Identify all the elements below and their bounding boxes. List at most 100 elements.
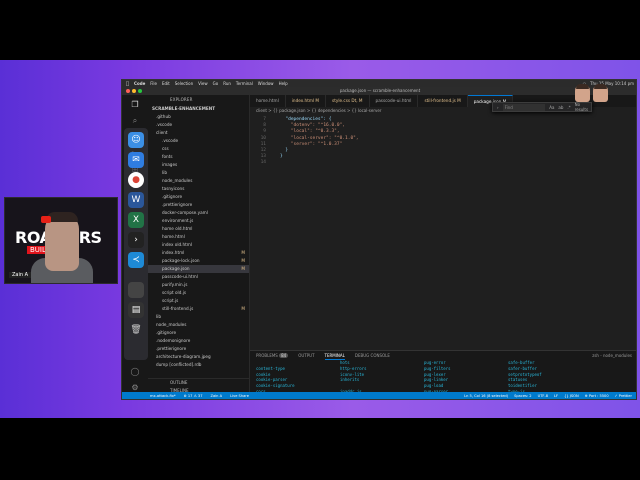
tree-item[interactable]: css [148, 145, 249, 153]
tree-item-label: passcode-ui.html [162, 274, 198, 279]
tab-debug-console[interactable]: DEBUG CONSOLE [355, 351, 390, 360]
menu-file[interactable]: File [150, 81, 157, 86]
terminal-icon[interactable]: › [128, 232, 144, 248]
tree-item[interactable]: script.js [148, 297, 249, 305]
tab-terminal[interactable]: TERMINAL [324, 351, 345, 360]
tree-item[interactable]: lib [148, 169, 249, 177]
tab-problems[interactable]: PROBLEMS 84 [256, 351, 289, 360]
mac-dock: ☺ ✉ ● W X › ≺ ▤ 🗑 [124, 128, 148, 360]
menu-app[interactable]: Code [134, 81, 145, 86]
problems-indicator[interactable]: ⊗ 17 ⚠ 37 [184, 394, 203, 398]
tree-item[interactable]: lib [148, 313, 249, 321]
account-icon[interactable]: ◯ [131, 367, 140, 376]
menu-terminal[interactable]: Terminal [236, 81, 253, 86]
tree-item[interactable]: architecture-diagram.jpeg [148, 353, 249, 361]
menu-help[interactable]: Help [279, 81, 288, 86]
explorer-icon[interactable]: ❐ [131, 100, 138, 109]
tree-item[interactable]: index old.html [148, 241, 249, 249]
chrome-icon[interactable]: ● [128, 172, 144, 188]
tree-item[interactable]: docker-compose.yaml [148, 209, 249, 217]
tree-item-label: package-lock.json [162, 258, 200, 263]
line-ending[interactable]: LF [554, 394, 558, 398]
tree-item[interactable]: .prettierignore [148, 345, 249, 353]
tree-item[interactable]: purify.min.js [148, 281, 249, 289]
menu-selection[interactable]: Selection [175, 81, 193, 86]
menu-run[interactable]: Run [223, 81, 231, 86]
tree-item[interactable]: .prettierignore [148, 201, 249, 209]
find-chevron-icon[interactable]: › [497, 105, 499, 110]
tree-item[interactable]: home old.html [148, 225, 249, 233]
git-status-badge: M [241, 266, 245, 271]
settings-gear-icon[interactable]: ⚙ [131, 383, 138, 392]
tree-item[interactable]: node_modules [148, 177, 249, 185]
terminal-shell[interactable]: zsh - node_modules [592, 351, 636, 360]
code-line[interactable]: } [280, 154, 283, 160]
whole-word-toggle[interactable]: ab [558, 105, 563, 110]
tree-item[interactable]: .vscode [148, 137, 249, 145]
menu-go[interactable]: Go [213, 81, 219, 86]
tree-item[interactable]: package.json M [148, 265, 249, 273]
tree-item[interactable]: .gitignore [148, 329, 249, 337]
tree-item[interactable]: .nodemonignore [148, 337, 249, 345]
tab-still-frontend[interactable]: still-frontend.js M [418, 95, 468, 107]
tab-output[interactable]: OUTPUT [298, 351, 314, 360]
tab-passcode-ui[interactable]: passcode-ui.html [370, 95, 419, 107]
menu-view[interactable]: View [198, 81, 208, 86]
folder-icon[interactable]: ▤ [128, 302, 144, 318]
zoom-button[interactable] [138, 89, 142, 93]
tree-item[interactable]: index.html M [148, 249, 249, 257]
search-icon[interactable]: ⌕ [133, 116, 137, 126]
explorer-root[interactable]: SCRAMBLE-ENHANCEMENT [148, 105, 249, 113]
tree-item-label: architecture-diagram.jpeg [156, 354, 211, 359]
finder-icon[interactable]: ☺ [128, 132, 144, 148]
outline-section[interactable]: OUTLINE [170, 379, 249, 387]
match-case-toggle[interactable]: Aa [549, 105, 554, 110]
tree-item[interactable]: script old.js [148, 289, 249, 297]
tree-item-label: .vscode [156, 122, 173, 127]
mail-icon[interactable]: ✉ [128, 152, 144, 168]
tree-item[interactable]: client [148, 129, 249, 137]
tab-home-html[interactable]: home.html [250, 95, 286, 107]
tab-style-css[interactable]: style.css Dt, M [326, 95, 370, 107]
apple-icon[interactable]:  [126, 81, 129, 87]
window-thumb-icon[interactable] [128, 282, 144, 298]
tree-item[interactable]: node_modules [148, 321, 249, 329]
language-mode[interactable]: {} JSON [564, 394, 579, 398]
excel-icon[interactable]: X [128, 212, 144, 228]
tree-item[interactable]: .gitignore [148, 193, 249, 201]
tree-item[interactable]: tasnyicons [148, 185, 249, 193]
tree-item[interactable]: still-frontend.js M [148, 305, 249, 313]
encoding[interactable]: UTF-8 [538, 394, 548, 398]
word-icon[interactable]: W [128, 192, 144, 208]
cursor-position[interactable]: Ln 5, Col 16 (8 selected) [464, 394, 508, 398]
vscode-icon[interactable]: ≺ [128, 252, 144, 268]
tree-item[interactable]: home.html [148, 233, 249, 241]
live-server-port[interactable]: ⊕ Port : 5500 [585, 394, 609, 398]
tree-item[interactable]: .vscode [148, 121, 249, 129]
code-editor[interactable]: 7 "dependencies": {8 "dotenv": "^16.0.0"… [250, 115, 636, 330]
menu-edit[interactable]: Edit [162, 81, 170, 86]
tree-item[interactable]: fonts [148, 153, 249, 161]
live-share-button[interactable]: Live Share [230, 394, 249, 398]
tree-item[interactable]: images [148, 161, 249, 169]
minimize-button[interactable] [132, 89, 136, 93]
tree-item[interactable]: dump [conflicted].rdb [148, 361, 249, 369]
tree-item[interactable]: passcode-ui.html [148, 273, 249, 281]
trash-icon[interactable]: 🗑 [128, 322, 144, 338]
prettier-status[interactable]: ✓ Prettier [615, 394, 632, 398]
menu-window[interactable]: Window [258, 81, 274, 86]
close-button[interactable] [126, 89, 130, 93]
tab-index-html[interactable]: index.html M [286, 95, 327, 107]
tree-item[interactable]: package-lock.json M [148, 257, 249, 265]
code-line[interactable]: "server": "^1.0.37" [280, 142, 342, 148]
tree-item-label: css [162, 146, 169, 151]
terminal-column-head: pug-error [424, 360, 446, 365]
indentation[interactable]: Spaces: 2 [514, 394, 531, 398]
tree-item[interactable]: environment.js [148, 217, 249, 225]
user-indicator[interactable]: Zain A [211, 394, 223, 398]
tree-item-label: .nodemonignore [156, 338, 191, 343]
tree-item[interactable]: .github [148, 113, 249, 121]
find-input[interactable]: Find [502, 103, 546, 111]
regex-toggle[interactable]: .* [567, 105, 570, 110]
branch-indicator[interactable]: mx-attack-fix* [150, 394, 176, 398]
